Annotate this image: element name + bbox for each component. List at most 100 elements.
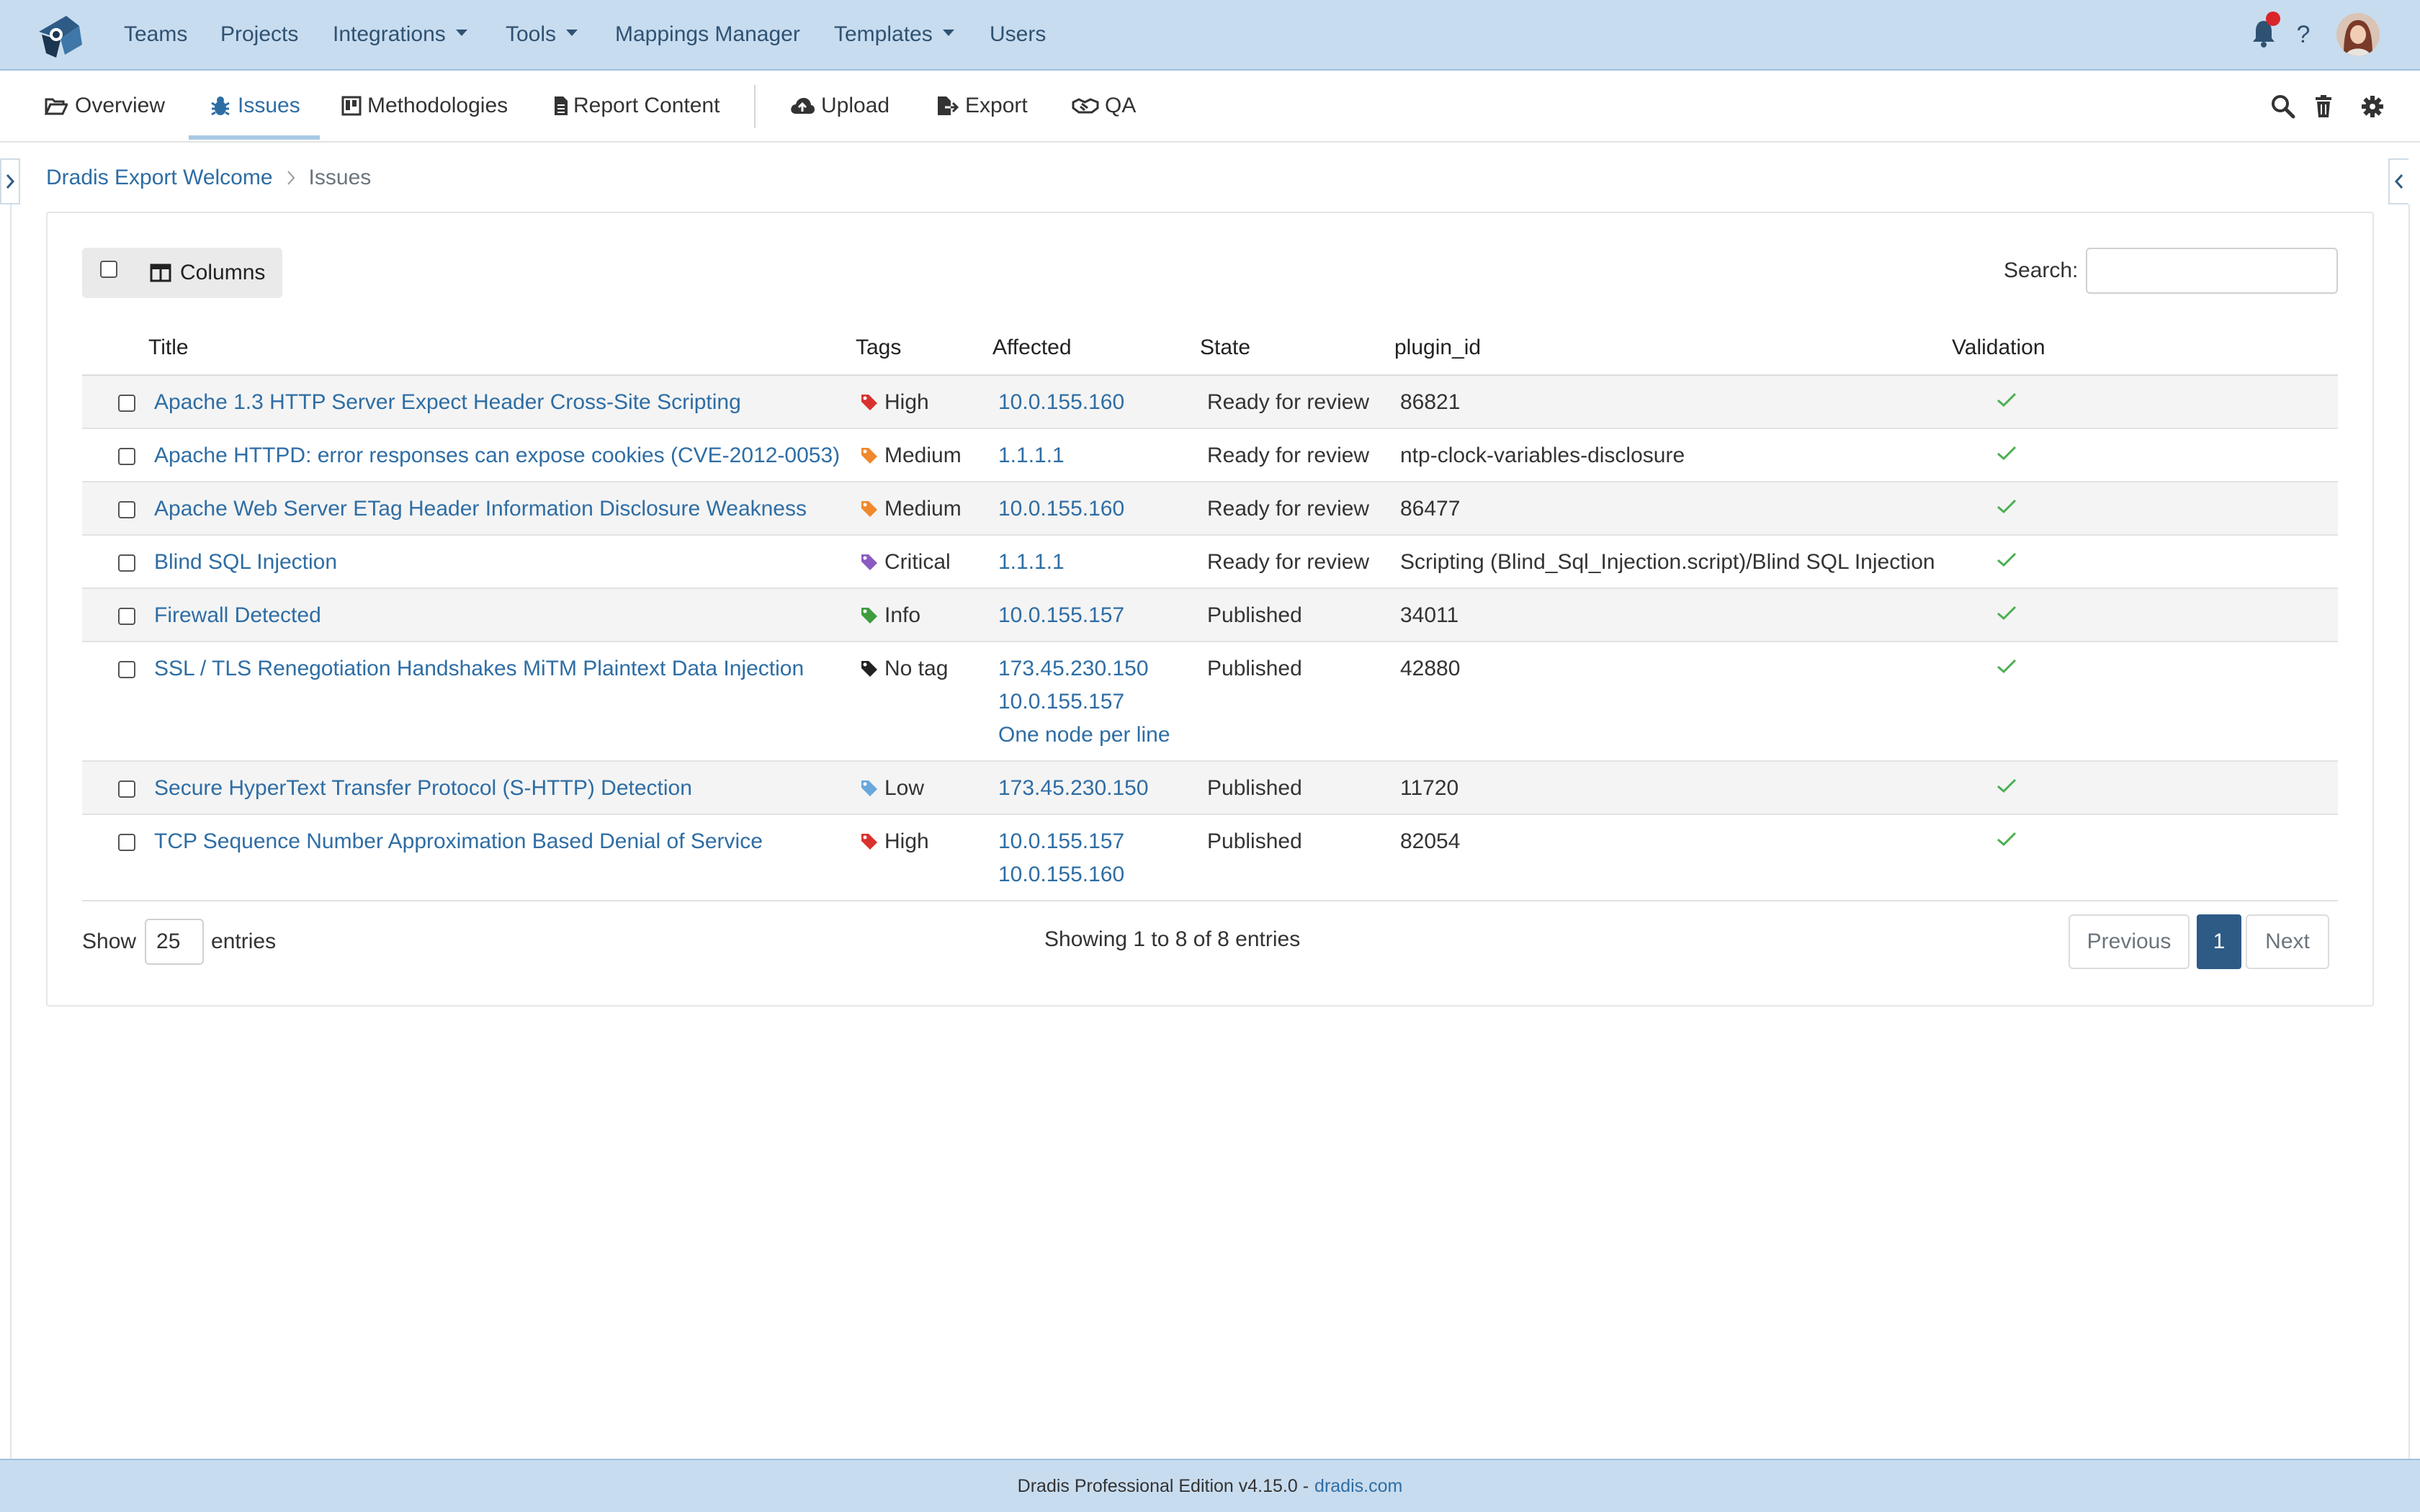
search-icon[interactable] <box>2270 94 2296 120</box>
affected-nodes: 1.1.1.1 <box>998 439 1065 472</box>
check-icon <box>1996 552 2017 567</box>
previous-page-button[interactable]: Previous <box>2069 914 2190 969</box>
tag-label: High <box>884 390 929 414</box>
top-navbar: Teams Projects Integrations Tools Mappin… <box>0 0 2420 71</box>
plugin-id: 82054 <box>1400 829 1461 853</box>
row-checkbox[interactable] <box>118 554 135 572</box>
affected-node-link[interactable]: 1.1.1.1 <box>998 546 1065 579</box>
affected-node-link[interactable]: 10.0.155.157 <box>998 685 1170 719</box>
affected-node-link[interactable]: 1.1.1.1 <box>998 439 1065 472</box>
affected-nodes: 10.0.155.157 <box>998 599 1124 632</box>
chevron-right-icon <box>6 174 15 189</box>
table-row: SSL / TLS Renegotiation Handshakes MiTM … <box>82 642 2338 762</box>
issue-tag: Info <box>860 599 920 632</box>
folder-open-icon <box>45 96 68 115</box>
issue-state: Ready for review <box>1207 390 1370 414</box>
table-row: Firewall Detected Info 10.0.155.157 Publish… <box>82 589 2338 642</box>
tab-issues[interactable]: Issues <box>209 71 300 141</box>
table-row: Secure HyperText Transfer Protocol (S-HT… <box>82 762 2338 815</box>
affected-node-link[interactable]: 10.0.155.157 <box>998 825 1124 858</box>
row-checkbox[interactable] <box>118 395 135 412</box>
column-header-affected[interactable]: Affected <box>992 331 1072 364</box>
issue-tag: Critical <box>860 546 951 579</box>
nav-mappings-manager[interactable]: Mappings Manager <box>615 0 800 69</box>
plugin-id: 86821 <box>1400 390 1461 414</box>
issue-tag: Medium <box>860 439 962 472</box>
tag-label: Medium <box>884 444 962 467</box>
issue-title-link[interactable]: Apache HTTPD: error responses can expose… <box>154 439 840 472</box>
plugin-id: Scripting (Blind_Sql_Injection.script)/B… <box>1400 550 1935 574</box>
breadcrumb-project[interactable]: Dradis Export Welcome <box>46 166 273 190</box>
breadcrumb: Dradis Export Welcome Issues <box>46 160 371 196</box>
nav-users[interactable]: Users <box>990 0 1046 69</box>
issue-title-link[interactable]: Apache 1.3 HTTP Server Expect Header Cro… <box>154 386 741 419</box>
check-icon <box>1996 605 2017 621</box>
tag-label: Info <box>884 603 921 627</box>
logo-icon[interactable] <box>32 10 86 65</box>
issue-state: Ready for review <box>1207 444 1370 467</box>
column-header-tags[interactable]: Tags <box>856 331 901 364</box>
columns-button[interactable]: Columns <box>150 248 265 298</box>
row-checkbox[interactable] <box>118 501 135 518</box>
column-header-plugin-id[interactable]: plugin_id <box>1394 331 1481 364</box>
issue-state: Ready for review <box>1207 497 1370 521</box>
row-checkbox[interactable] <box>118 661 135 678</box>
affected-node-link[interactable]: One node per line <box>998 719 1170 752</box>
nav-integrations[interactable]: Integrations <box>333 0 467 69</box>
issue-title-link[interactable]: Firewall Detected <box>154 599 321 632</box>
gear-icon[interactable] <box>2360 94 2385 120</box>
affected-node-link[interactable]: 173.45.230.150 <box>998 772 1149 805</box>
nav-templates[interactable]: Templates <box>834 0 954 69</box>
tab-upload[interactable]: Upload <box>789 71 889 141</box>
avatar[interactable] <box>2336 13 2380 56</box>
page-1-button[interactable]: 1 <box>2197 914 2241 969</box>
issue-title-link[interactable]: SSL / TLS Renegotiation Handshakes MiTM … <box>154 652 804 685</box>
affected-node-link[interactable]: 10.0.155.160 <box>998 386 1124 419</box>
help-icon[interactable]: ? <box>2293 14 2313 55</box>
column-header-title[interactable]: Title <box>148 331 189 364</box>
chevron-down-icon <box>566 29 578 36</box>
tag-label: No tag <box>884 657 949 680</box>
affected-node-link[interactable]: 10.0.155.157 <box>998 599 1124 632</box>
tab-export[interactable]: Export <box>936 71 1028 141</box>
file-export-icon <box>936 95 959 117</box>
footer-link[interactable]: dradis.com <box>1314 1476 1402 1497</box>
notification-badge <box>2266 12 2280 26</box>
issue-title-link[interactable]: TCP Sequence Number Approximation Based … <box>154 825 763 858</box>
right-sidebar-toggle[interactable] <box>2388 158 2408 204</box>
affected-node-link[interactable]: 173.45.230.150 <box>998 652 1170 685</box>
next-page-button[interactable]: Next <box>2246 914 2329 969</box>
column-header-state[interactable]: State <box>1200 331 1250 364</box>
tab-qa[interactable]: QA <box>1072 71 1136 141</box>
issue-title-link[interactable]: Secure HyperText Transfer Protocol (S-HT… <box>154 772 692 805</box>
column-header-validation[interactable]: Validation <box>1952 331 2045 364</box>
affected-node-link[interactable]: 10.0.155.160 <box>998 492 1124 526</box>
row-checkbox[interactable] <box>118 834 135 851</box>
select-all-checkbox[interactable] <box>100 261 117 278</box>
nav-teams[interactable]: Teams <box>124 0 187 69</box>
search-input[interactable] <box>2086 248 2338 294</box>
entries-label: entries <box>211 930 277 953</box>
chevron-down-icon <box>455 29 467 36</box>
plugin-id: 86477 <box>1400 497 1461 521</box>
row-checkbox[interactable] <box>118 608 135 625</box>
nav-projects[interactable]: Projects <box>220 0 298 69</box>
board-icon <box>341 96 362 116</box>
affected-nodes: 173.45.230.150 <box>998 772 1149 805</box>
tab-methodologies[interactable]: Methodologies <box>341 71 508 141</box>
issue-tag: High <box>860 825 929 858</box>
affected-node-link[interactable]: 10.0.155.160 <box>998 858 1124 891</box>
left-sidebar-toggle[interactable] <box>0 158 20 204</box>
row-checkbox[interactable] <box>118 448 135 465</box>
row-checkbox[interactable] <box>118 780 135 798</box>
trash-icon[interactable] <box>2311 94 2336 120</box>
issue-title-link[interactable]: Apache Web Server ETag Header Informatio… <box>154 492 807 526</box>
tag-icon <box>861 501 877 517</box>
tab-overview[interactable]: Overview <box>45 71 165 141</box>
issue-title-link[interactable]: Blind SQL Injection <box>154 546 337 579</box>
check-icon <box>1996 498 2017 514</box>
chevron-left-icon <box>2394 174 2403 189</box>
tab-report-content[interactable]: Report Content <box>553 71 720 141</box>
nav-tools[interactable]: Tools <box>506 0 578 69</box>
page-length-select[interactable]: 25 <box>145 919 205 965</box>
